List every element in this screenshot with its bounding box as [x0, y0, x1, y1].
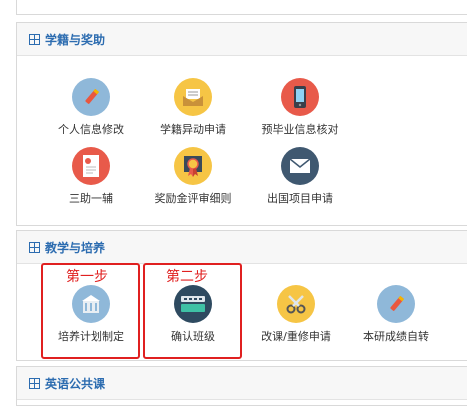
top-panel-fragment [16, 0, 467, 15]
envelope-open-icon [174, 78, 212, 116]
section-title: 英语公共课 [45, 376, 106, 391]
step-one-label: 第一步 [66, 269, 108, 285]
section-title: 教学与培养 [45, 240, 106, 255]
step-two-label: 第二步 [166, 269, 208, 285]
section-teaching-header: 教学与培养 [17, 231, 467, 264]
tile-label: 三助一辅 [69, 192, 113, 205]
grid-icon [29, 241, 40, 253]
section-title: 学籍与奖助 [45, 32, 106, 47]
grid-icon [29, 33, 40, 45]
tile-label: 改课/重修申请 [261, 330, 331, 343]
section-english: 英语公共课 [16, 366, 467, 406]
tile-award-rules[interactable]: 奖励金评审细则 [143, 147, 243, 206]
section-english-header: 英语公共课 [17, 367, 467, 400]
tile-abroad-application[interactable]: 出国项目申请 [250, 147, 350, 206]
tile-pregraduation-check[interactable]: 预毕业信息核对 [250, 78, 350, 137]
section-status: 学籍与奖助 个人信息修改 学籍异动申请 预毕业信息核对 三助一辅 奖励金评审细则… [16, 22, 467, 226]
tile-status-change[interactable]: 学籍异动申请 [143, 78, 243, 137]
pencil-icon [377, 285, 415, 323]
document-icon [72, 147, 110, 185]
tile-personal-info[interactable]: 个人信息修改 [41, 78, 141, 137]
pencil-icon [72, 78, 110, 116]
tile-course-change[interactable]: 改课/重修申请 [246, 285, 346, 344]
mail-icon [281, 147, 319, 185]
tile-label: 出国项目申请 [267, 192, 333, 205]
tile-label: 学籍异动申请 [160, 123, 226, 136]
scissors-icon [277, 285, 315, 323]
section-status-header: 学籍与奖助 [17, 23, 467, 56]
award-ribbon-icon [174, 147, 212, 185]
tile-label: 奖励金评审细则 [154, 192, 232, 205]
tile-label: 本研成绩自转 [363, 330, 429, 343]
tile-label: 个人信息修改 [58, 123, 124, 136]
tile-grade-transfer[interactable]: 本研成绩自转 [346, 285, 446, 344]
tile-three-assist[interactable]: 三助一辅 [41, 147, 141, 206]
phone-icon [281, 78, 319, 116]
tile-label: 预毕业信息核对 [261, 123, 339, 136]
grid-icon [29, 377, 40, 389]
